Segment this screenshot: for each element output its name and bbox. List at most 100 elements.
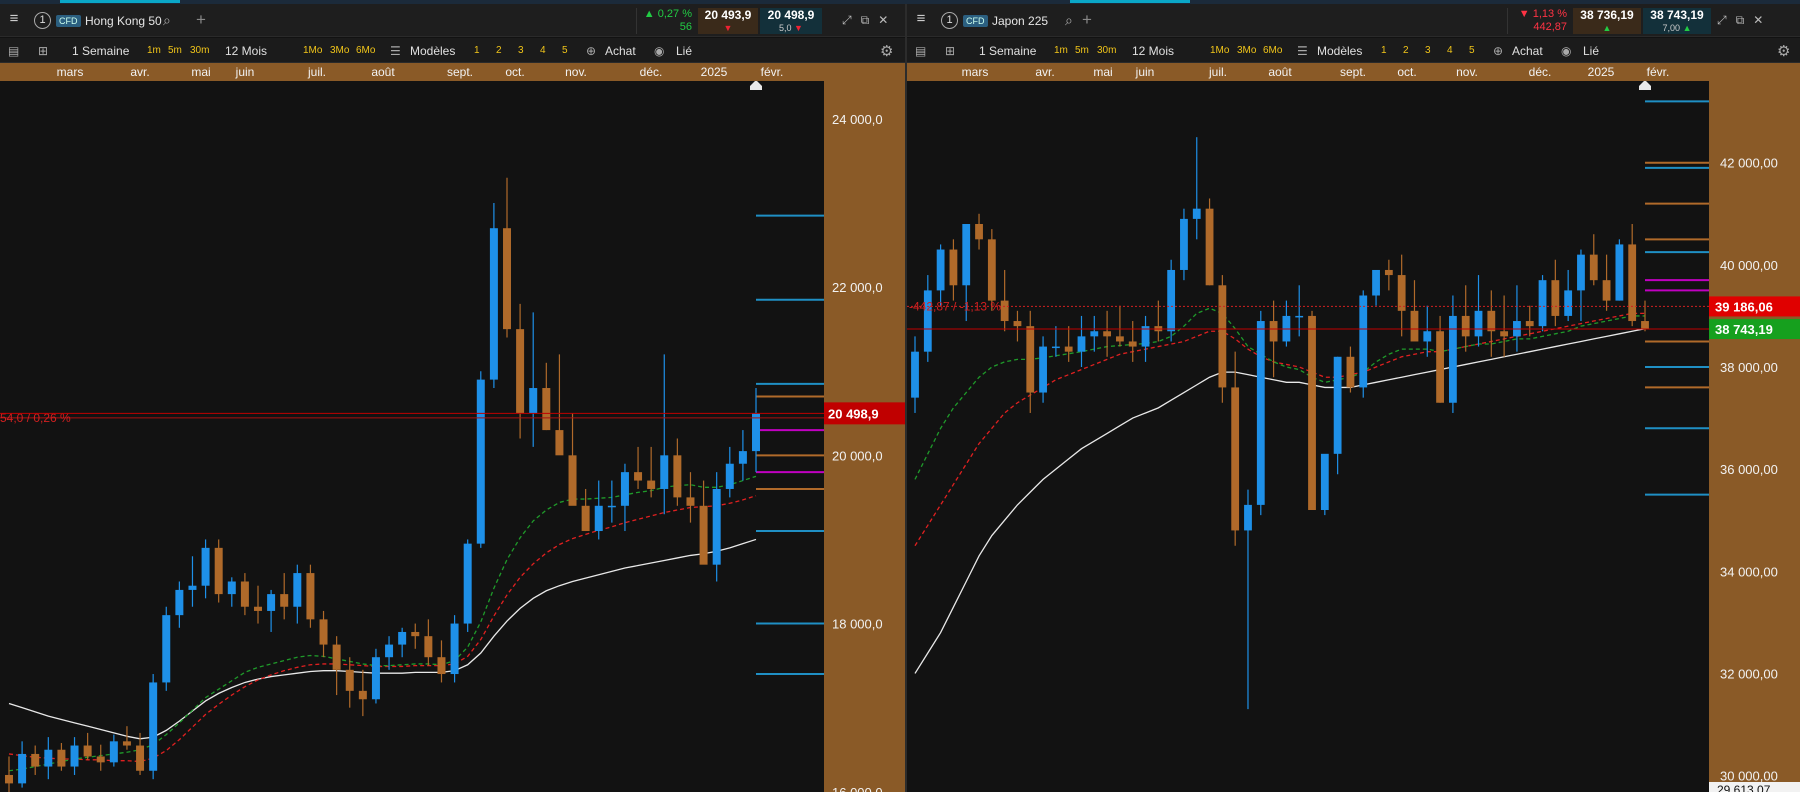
add-instrument-icon[interactable]: + bbox=[1082, 10, 1092, 30]
popout-icon[interactable]: ⧉ bbox=[861, 13, 879, 27]
bid-box[interactable]: 20 493,9 ▼ bbox=[698, 8, 758, 34]
buy-button[interactable]: Achat bbox=[605, 44, 636, 58]
linked-button[interactable]: Lié bbox=[676, 44, 692, 58]
panel-number-badge[interactable]: 1 bbox=[941, 12, 958, 29]
y-tick-label: 16 000,0 bbox=[832, 785, 883, 792]
range-3mo[interactable]: 3Mo bbox=[330, 45, 349, 56]
spread-value: 5,0 bbox=[779, 23, 792, 33]
candle-body bbox=[634, 472, 643, 481]
period-selector[interactable]: 1 Semaine bbox=[979, 44, 1036, 58]
instrument-name[interactable]: Japon 225 bbox=[992, 14, 1048, 28]
month-label: déc. bbox=[639, 65, 663, 79]
candle-body bbox=[424, 636, 433, 658]
ask-box[interactable]: 20 498,9 5,0 ▼ bbox=[760, 8, 822, 34]
layout-icon[interactable]: ▤ bbox=[8, 44, 19, 58]
month-label: juil. bbox=[307, 65, 327, 79]
cfd-badge: CFD bbox=[56, 15, 81, 27]
preset-4[interactable]: 4 bbox=[540, 45, 546, 56]
tf-30m[interactable]: 30m bbox=[1097, 45, 1116, 56]
settings-icon[interactable]: ⚙ bbox=[880, 42, 893, 60]
layout-icon[interactable]: ▤ bbox=[915, 44, 926, 58]
month-label: août bbox=[1268, 65, 1292, 79]
candle-body bbox=[673, 455, 682, 498]
range-6mo[interactable]: 6Mo bbox=[1263, 45, 1282, 56]
buy-button[interactable]: Achat bbox=[1512, 44, 1543, 58]
candle-body bbox=[516, 329, 525, 414]
models-button[interactable]: Modèles bbox=[1317, 44, 1362, 58]
search-icon[interactable]: ⌕ bbox=[1065, 12, 1073, 29]
search-icon[interactable]: ⌕ bbox=[163, 12, 171, 29]
preset-2[interactable]: 2 bbox=[496, 45, 502, 56]
candle-body bbox=[1256, 321, 1265, 505]
preset-1[interactable]: 1 bbox=[474, 45, 480, 56]
candle-body bbox=[214, 547, 223, 595]
candle-body bbox=[1359, 295, 1368, 388]
grid-icon[interactable]: ⊞ bbox=[38, 44, 48, 58]
candle-body bbox=[1500, 331, 1509, 337]
link-icon: ◉ bbox=[654, 44, 665, 58]
tf-5m[interactable]: 5m bbox=[1075, 45, 1089, 56]
range-selector[interactable]: 12 Mois bbox=[225, 44, 267, 58]
tf-1m[interactable]: 1m bbox=[1054, 45, 1068, 56]
candle-body bbox=[280, 594, 289, 607]
settings-icon[interactable]: ⚙ bbox=[1777, 42, 1790, 60]
range-3mo[interactable]: 3Mo bbox=[1237, 45, 1256, 56]
japon-225-chart[interactable]: 42 000,00 40 000,00 38 000,00 36 000,00 34 0… bbox=[907, 81, 1800, 792]
preset-3[interactable]: 3 bbox=[518, 45, 524, 56]
linked-button[interactable]: Lié bbox=[1583, 44, 1599, 58]
candle-body bbox=[1103, 331, 1112, 337]
period-marker bbox=[1639, 86, 1651, 90]
tf-30m[interactable]: 30m bbox=[190, 45, 209, 56]
moving-average-mid bbox=[8, 495, 757, 763]
popout-icon[interactable]: ⧉ bbox=[1736, 13, 1754, 27]
instrument-name[interactable]: Hong Kong 50 bbox=[85, 14, 162, 28]
grid-icon[interactable]: ⊞ bbox=[945, 44, 955, 58]
candle-body bbox=[1051, 346, 1060, 349]
preset-2[interactable]: 2 bbox=[1403, 45, 1409, 56]
close-icon[interactable]: ✕ bbox=[1753, 13, 1772, 27]
y-tick-label: 36 000,00 bbox=[1720, 462, 1778, 477]
candle-body bbox=[136, 745, 145, 771]
hong-kong-50-chart[interactable]: 24 000,0 22 000,0 20 000,0 18 000,0 16 000,0… bbox=[0, 81, 905, 792]
range-1mo[interactable]: 1Mo bbox=[303, 45, 322, 56]
bottom-label: 29 613,07 bbox=[1717, 783, 1771, 792]
chart-panel-hong-kong-50: ≡ 1 CFD Hong Kong 50 ⌕ + ▲ 0,27 % 56 20 … bbox=[0, 4, 905, 792]
range-selector[interactable]: 12 Mois bbox=[1132, 44, 1174, 58]
month-label: nov. bbox=[565, 65, 587, 79]
preset-5[interactable]: 5 bbox=[1469, 45, 1475, 56]
candle-body bbox=[240, 581, 249, 607]
candle-body bbox=[1013, 321, 1022, 327]
ask-box[interactable]: 38 743,19 7,00 ▲ bbox=[1643, 8, 1711, 34]
add-instrument-icon[interactable]: + bbox=[196, 10, 206, 30]
month-label: févr. bbox=[1646, 65, 1670, 79]
close-icon[interactable]: ✕ bbox=[878, 13, 897, 27]
change-line-label: -442,87 / -1,13 % bbox=[909, 299, 1001, 313]
candle-body bbox=[752, 413, 760, 452]
candle-body bbox=[725, 463, 734, 489]
moving-average-mid bbox=[914, 312, 1645, 547]
candle-body bbox=[1000, 300, 1009, 322]
tf-1m[interactable]: 1m bbox=[147, 45, 161, 56]
models-button[interactable]: Modèles bbox=[410, 44, 455, 58]
panel-number-badge[interactable]: 1 bbox=[34, 12, 51, 29]
month-label: avr. bbox=[1035, 65, 1055, 79]
preset-1[interactable]: 1 bbox=[1381, 45, 1387, 56]
preset-4[interactable]: 4 bbox=[1447, 45, 1453, 56]
period-selector[interactable]: 1 Semaine bbox=[72, 44, 129, 58]
month-label: juil. bbox=[1208, 65, 1228, 79]
menu-icon[interactable]: ≡ bbox=[913, 11, 929, 26]
menu-icon[interactable]: ≡ bbox=[6, 11, 22, 26]
expand-icon[interactable]: ⤢ bbox=[1717, 13, 1736, 27]
range-1mo[interactable]: 1Mo bbox=[1210, 45, 1229, 56]
candle-body bbox=[109, 741, 118, 763]
candle-body bbox=[1116, 336, 1124, 342]
range-6mo[interactable]: 6Mo bbox=[356, 45, 375, 56]
bid-box[interactable]: 38 736,19 ▲ bbox=[1573, 8, 1641, 34]
candle-body bbox=[1167, 269, 1176, 332]
expand-icon[interactable]: ⤢ bbox=[842, 13, 861, 27]
ask-price: 38 743,19 bbox=[1650, 8, 1704, 22]
candle-body bbox=[1026, 326, 1035, 393]
tf-5m[interactable]: 5m bbox=[168, 45, 182, 56]
preset-5[interactable]: 5 bbox=[562, 45, 568, 56]
preset-3[interactable]: 3 bbox=[1425, 45, 1431, 56]
